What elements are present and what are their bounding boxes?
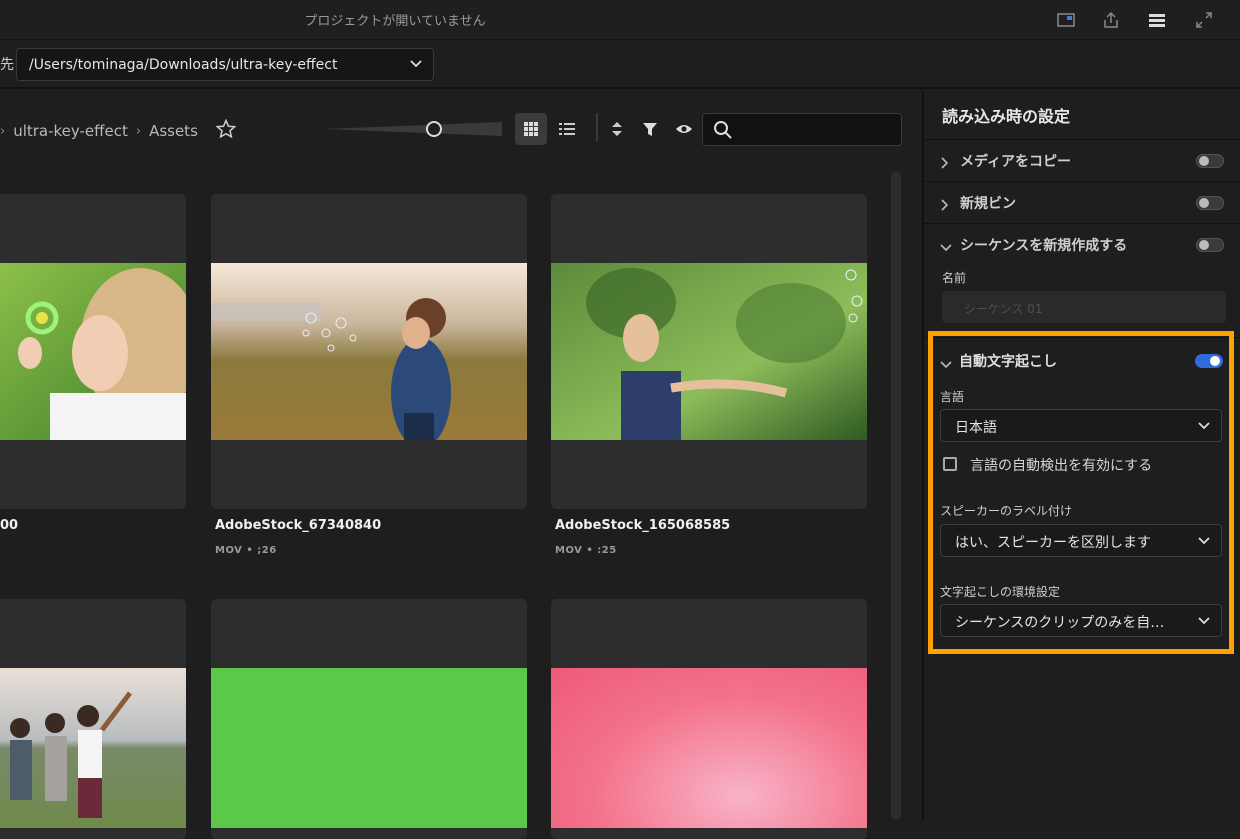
panel-title: 読み込み時の設定: [942, 107, 1071, 126]
filter-icon: [643, 123, 657, 136]
chevron-down-icon: [1197, 614, 1211, 632]
auto-transcribe-label: 自動文字起こし: [959, 354, 1057, 370]
eye-icon: [676, 125, 692, 133]
language-value: 日本語: [955, 420, 997, 436]
chevron-down-icon: [1197, 534, 1211, 552]
asset-meta: MOV • ;26: [215, 545, 277, 556]
sequence-name-label: 名前: [942, 271, 967, 285]
list-icon: [559, 123, 575, 135]
new-bin-label: 新規ビン: [960, 196, 1016, 212]
grid-view-button[interactable]: [515, 113, 547, 145]
asset-thumbnail: [211, 668, 527, 828]
breadcrumb-separator: ›: [135, 123, 142, 139]
filter-button[interactable]: [634, 113, 666, 145]
chevron-down-icon: [1197, 419, 1211, 437]
copy-media-toggle[interactable]: [1196, 154, 1224, 168]
grid-icon: [524, 122, 538, 136]
new-sequence-toggle[interactable]: [1196, 238, 1224, 252]
asset-card[interactable]: [551, 194, 867, 509]
asset-name: AdobeStock_165068585: [555, 518, 731, 533]
autodetect-checkbox[interactable]: [943, 457, 957, 471]
asset-card[interactable]: [0, 599, 186, 839]
media-browser: › ultra-key-effect › Assets 00 AdobeStoc…: [0, 91, 920, 839]
favorite-star-icon[interactable]: [215, 118, 237, 143]
new-bin-toggle[interactable]: [1196, 196, 1224, 210]
settings-sliders-icon[interactable]: [1145, 8, 1169, 32]
path-value: /Users/tominaga/Downloads/ultra-key-effe…: [29, 57, 338, 73]
search-icon: [713, 120, 733, 144]
chevron-right-icon: [940, 154, 950, 173]
asset-card[interactable]: [211, 194, 527, 509]
chevron-down-icon: [940, 355, 952, 374]
sequence-name-input: シーケンス 01: [942, 291, 1226, 323]
breadcrumb-separator: ›: [0, 123, 6, 139]
chevron-down-icon: [940, 238, 952, 257]
title-bar: プロジェクトが開いていません: [0, 0, 1240, 40]
asset-thumbnail: [551, 263, 867, 440]
window-title: プロジェクトが開いていません: [304, 14, 486, 29]
language-dropdown[interactable]: 日本語: [940, 409, 1222, 442]
asset-card[interactable]: [551, 599, 867, 839]
auto-transcribe-toggle[interactable]: [1195, 354, 1223, 368]
copy-media-label: メディアをコピー: [960, 154, 1072, 170]
search-input[interactable]: [702, 113, 902, 146]
asset-name: AdobeStock_67340840: [215, 518, 382, 533]
copy-media-row[interactable]: メディアをコピー: [924, 139, 1240, 181]
list-view-button[interactable]: [551, 113, 583, 145]
path-dropdown[interactable]: /Users/tominaga/Downloads/ultra-key-effe…: [16, 48, 434, 81]
speaker-value: はい、スピーカーを区別します: [955, 535, 1151, 551]
asset-thumbnail: [551, 668, 867, 828]
breadcrumb-folder[interactable]: ultra-key-effect: [13, 122, 128, 140]
toolbar-divider: [596, 113, 598, 141]
asset-thumbnail: [211, 263, 527, 440]
language-label: 言語: [940, 390, 965, 404]
asset-card[interactable]: [211, 599, 527, 839]
sort-button[interactable]: [601, 113, 633, 145]
chevron-down-icon: [409, 57, 423, 75]
asset-name: 00: [0, 518, 19, 533]
asset-thumbnail: [0, 668, 186, 828]
autodetect-label[interactable]: 言語の自動検出を有効にする: [970, 455, 1152, 475]
thumbnail-size-slider[interactable]: [324, 121, 502, 137]
asset-thumbnail: [0, 263, 186, 440]
chevron-right-icon: [940, 196, 950, 215]
new-bin-row[interactable]: 新規ビン: [924, 181, 1240, 223]
asset-card[interactable]: [0, 194, 186, 509]
fullscreen-icon[interactable]: [1192, 8, 1216, 32]
path-label: 先: [0, 57, 14, 73]
asset-meta: MOV • :25: [555, 545, 617, 556]
new-sequence-label: シーケンスを新規作成する: [960, 238, 1128, 254]
visibility-button[interactable]: [668, 113, 700, 145]
path-bar: 先 /Users/tominaga/Downloads/ultra-key-ef…: [0, 41, 1240, 89]
transcription-pref-value: シーケンスのクリップのみを自…: [955, 615, 1165, 631]
scrollbar[interactable]: [891, 171, 901, 820]
transcription-pref-dropdown[interactable]: シーケンスのクリップのみを自…: [940, 604, 1222, 637]
share-icon[interactable]: [1099, 8, 1123, 32]
transcription-pref-label: 文字起こしの環境設定: [940, 585, 1061, 599]
speaker-label: スピーカーのラベル付け: [940, 504, 1073, 518]
speaker-dropdown[interactable]: はい、スピーカーを区別します: [940, 524, 1222, 557]
panel-icon[interactable]: [1054, 8, 1078, 32]
breadcrumb-current[interactable]: Assets: [149, 122, 198, 140]
breadcrumb: › ultra-key-effect › Assets: [0, 118, 237, 143]
sort-icon: [612, 122, 622, 136]
